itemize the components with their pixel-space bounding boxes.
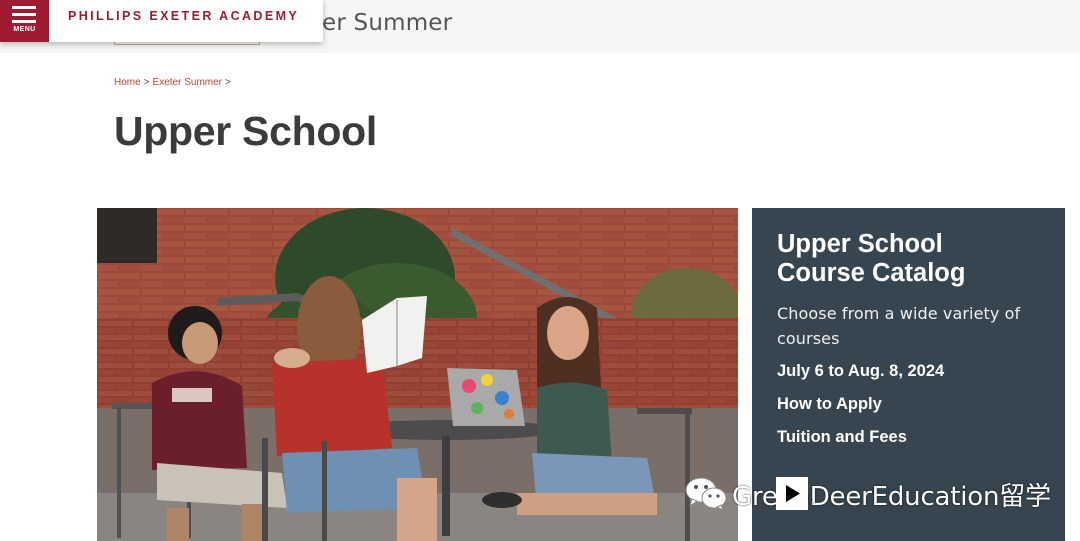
menu-label: MENU [13,26,36,33]
breadcrumb-separator: > [143,77,150,88]
session-dates-link[interactable]: July 6 to Aug. 8, 2024 [777,362,944,381]
panel-description: Choose from a wide variety of courses [777,304,1021,348]
tuition-fees-link[interactable]: Tuition and Fees [777,428,907,447]
play-icon [776,477,808,510]
panel-title-line2: Course Catalog [777,259,966,287]
menu-button[interactable]: MENU [0,0,49,42]
brand-logo-link[interactable]: PHILLIPS EXETER ACADEMY [68,9,299,23]
how-to-apply-link[interactable]: How to Apply [777,395,882,414]
panel-title-line1: Upper School [777,230,943,258]
breadcrumb-separator: > [225,77,231,88]
hero-photo [97,208,738,541]
watermark: GreenDeerEducation留学 [684,474,1051,514]
breadcrumb-home[interactable]: Home [114,77,141,88]
panel-title: Upper School Course Catalog [777,230,1047,288]
breadcrumb: Home > Exeter Summer > [114,77,234,88]
site-nav: MENU PHILLIPS EXETER ACADEMY [0,0,323,42]
breadcrumb-exeter-summer[interactable]: Exeter Summer [153,77,222,88]
page-title: Upper School [114,108,377,154]
wechat-icon [685,477,727,512]
section-title: er Summer [322,10,453,36]
